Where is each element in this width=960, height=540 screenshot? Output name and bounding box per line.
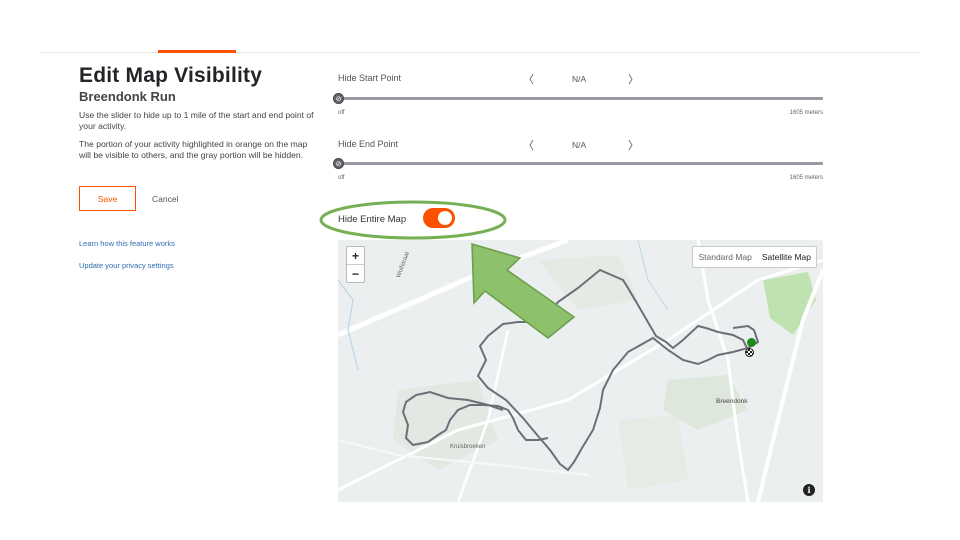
finish-flag-icon [745, 348, 754, 357]
learn-more-link[interactable]: Learn how this feature works [79, 239, 175, 248]
save-button[interactable]: Save [79, 186, 136, 211]
start-value: N/A [572, 74, 587, 84]
zoom-out-button[interactable]: − [347, 264, 364, 282]
hide-map-toggle[interactable] [423, 208, 455, 228]
end-slider-handle[interactable]: ⊘ [333, 158, 344, 169]
privacy-settings-link[interactable]: Update your privacy settings [79, 261, 174, 270]
visibility-description: The portion of your activity highlighted… [79, 139, 308, 160]
street-label: Kruisbroeken [450, 444, 486, 450]
end-max-label: 1605 meters [789, 175, 823, 181]
form-actions: Save Cancel [79, 186, 178, 211]
forest-area [618, 415, 688, 490]
slider-description: Use the slider to hide up to 1 mile of t… [79, 110, 314, 131]
forest-area [538, 255, 638, 310]
end-slider-track[interactable] [338, 162, 823, 165]
hide-map-label: Hide Entire Map [338, 214, 407, 225]
end-next-button[interactable]: 〉 [628, 137, 639, 153]
map-type-switcher: Standard Map Satellite Map [692, 246, 817, 268]
toggle-knob [438, 211, 452, 225]
end-prev-button[interactable]: 〈 [523, 137, 534, 153]
eye-off-icon: ⊘ [335, 160, 342, 168]
activity-map[interactable]: + − Standard Map Satellite Map Breendonk… [338, 240, 823, 502]
satellite-map-button[interactable]: Satellite Map [757, 247, 816, 267]
start-marker-icon [747, 338, 756, 347]
end-min-label: off [338, 175, 345, 181]
cancel-button[interactable]: Cancel [152, 194, 178, 204]
stream [637, 240, 669, 311]
town-label: Breendonk [716, 398, 748, 405]
hide-start-label: Hide Start Point [338, 73, 402, 83]
start-max-label: 1605 meters [789, 110, 823, 116]
start-min-label: off [338, 110, 345, 116]
eye-off-icon: ⊘ [335, 95, 342, 103]
start-next-button[interactable]: 〉 [628, 71, 639, 87]
end-value: N/A [572, 140, 587, 150]
zoom-controls: + − [346, 246, 365, 283]
zoom-in-button[interactable]: + [347, 247, 364, 264]
road [696, 240, 750, 502]
start-slider-track[interactable] [338, 97, 823, 100]
map-canvas [338, 240, 823, 502]
start-slider-handle[interactable]: ⊘ [333, 93, 344, 104]
active-tab-indicator [158, 50, 236, 53]
start-prev-button[interactable]: 〈 [523, 71, 534, 87]
left-panel: Edit Map Visibility Breendonk Run Use th… [79, 64, 319, 161]
activity-name: Breendonk Run [79, 89, 176, 104]
info-icon[interactable]: i [803, 484, 815, 496]
page-title: Edit Map Visibility [79, 64, 263, 87]
hide-end-label: Hide End Point [338, 139, 399, 149]
standard-map-button[interactable]: Standard Map [693, 247, 756, 267]
